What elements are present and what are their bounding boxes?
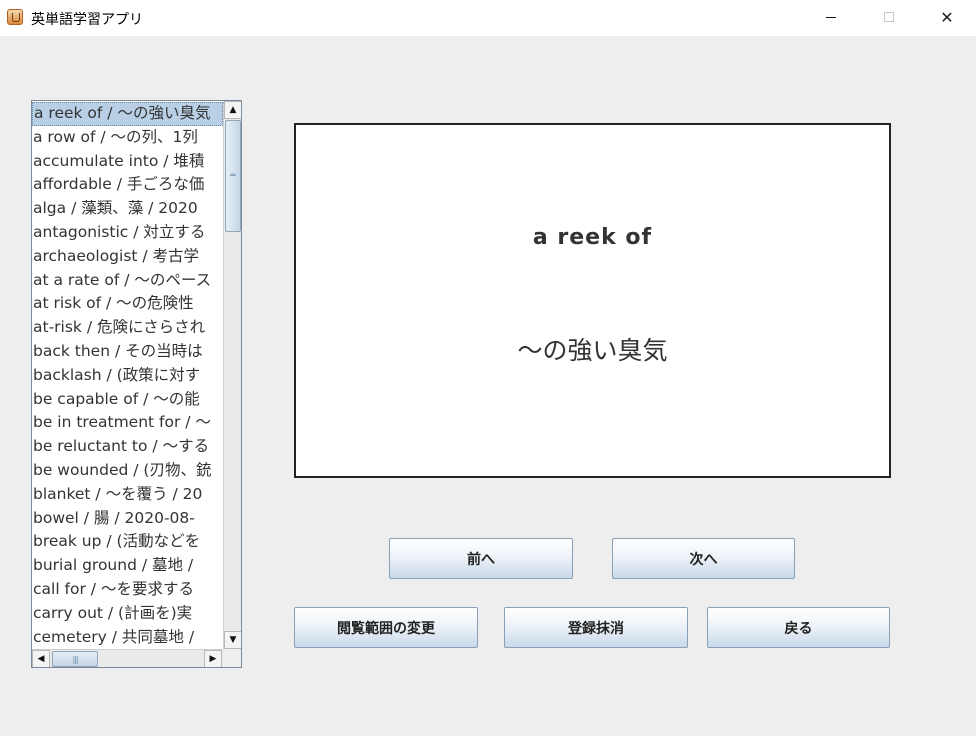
prev-button[interactable]: 前へ	[389, 538, 573, 579]
list-item[interactable]: cemetery / 共同墓地 /	[32, 626, 223, 649]
list-item[interactable]: bowel / 腸 / 2020-08-	[32, 507, 223, 531]
list-item[interactable]: back then / その当時は	[32, 340, 223, 364]
minimize-button[interactable]	[802, 0, 860, 34]
card-meaning: 〜の強い臭気	[517, 336, 668, 365]
maximize-button[interactable]	[860, 0, 918, 34]
horizontal-scrollbar[interactable]: ◀ ||| ▶	[32, 649, 223, 667]
list-item[interactable]: antagonistic / 対立する	[32, 221, 223, 245]
minimize-icon	[826, 16, 836, 18]
scrollbar-corner	[223, 649, 241, 667]
list-item[interactable]: carry out / (計画を)実	[32, 602, 223, 626]
maximize-icon	[884, 12, 894, 22]
close-button[interactable]: ✕	[918, 0, 976, 34]
vertical-scroll-thumb[interactable]: ═	[225, 120, 241, 232]
scroll-up-arrow-icon[interactable]: ▲	[224, 101, 241, 119]
window-title: 英単語学習アプリ	[31, 12, 143, 28]
list-item[interactable]: be capable of / 〜の能	[32, 388, 223, 412]
back-button[interactable]: 戻る	[707, 607, 890, 648]
list-item[interactable]: a reek of / 〜の強い臭気	[32, 102, 223, 126]
scroll-down-arrow-icon[interactable]: ▼	[224, 631, 241, 649]
word-list[interactable]: a reek of / 〜の強い臭気 a row of / 〜の列、1列 accum…	[32, 101, 223, 649]
scroll-right-arrow-icon[interactable]: ▶	[204, 650, 222, 667]
list-item[interactable]: be in treatment for / 〜	[32, 411, 223, 435]
list-item[interactable]: archaeologist / 考古学	[32, 245, 223, 269]
title-bar: 英単語学習アプリ ✕	[0, 0, 976, 36]
list-item[interactable]: be wounded / (刃物、銃	[32, 459, 223, 483]
list-item[interactable]: at-risk / 危険にさらされ	[32, 316, 223, 340]
list-item[interactable]: a row of / 〜の列、1列	[32, 126, 223, 150]
list-item[interactable]: affordable / 手ごろな価	[32, 173, 223, 197]
list-item[interactable]: accumulate into / 堆積	[32, 150, 223, 174]
word-list-panel: a reek of / 〜の強い臭気 a row of / 〜の列、1列 accum…	[31, 100, 242, 668]
change-range-button[interactable]: 閲覧範囲の変更	[294, 607, 478, 648]
close-icon: ✕	[940, 7, 954, 27]
list-item[interactable]: be reluctant to / 〜する	[32, 435, 223, 459]
list-item[interactable]: break up / (活動などを	[32, 530, 223, 554]
list-item[interactable]: call for / 〜を要求する	[32, 578, 223, 602]
delete-registration-button[interactable]: 登録抹消	[504, 607, 688, 648]
card-word: a reek of	[532, 225, 653, 250]
horizontal-scroll-thumb[interactable]: |||	[52, 651, 98, 667]
scroll-left-arrow-icon[interactable]: ◀	[32, 650, 50, 667]
list-item[interactable]: at risk of / 〜の危険性	[32, 292, 223, 316]
list-item[interactable]: burial ground / 墓地 /	[32, 554, 223, 578]
vertical-scrollbar[interactable]: ▲ ═ ▼	[223, 101, 241, 649]
list-item[interactable]: at a rate of / 〜のペース	[32, 269, 223, 293]
list-item[interactable]: alga / 藻類、藻 / 2020	[32, 197, 223, 221]
next-button[interactable]: 次へ	[612, 538, 795, 579]
list-item[interactable]: backlash / (政策に対す	[32, 364, 223, 388]
flashcard: a reek of 〜の強い臭気	[294, 123, 891, 478]
java-app-icon	[7, 9, 23, 25]
list-item[interactable]: blanket / 〜を覆う / 20	[32, 483, 223, 507]
